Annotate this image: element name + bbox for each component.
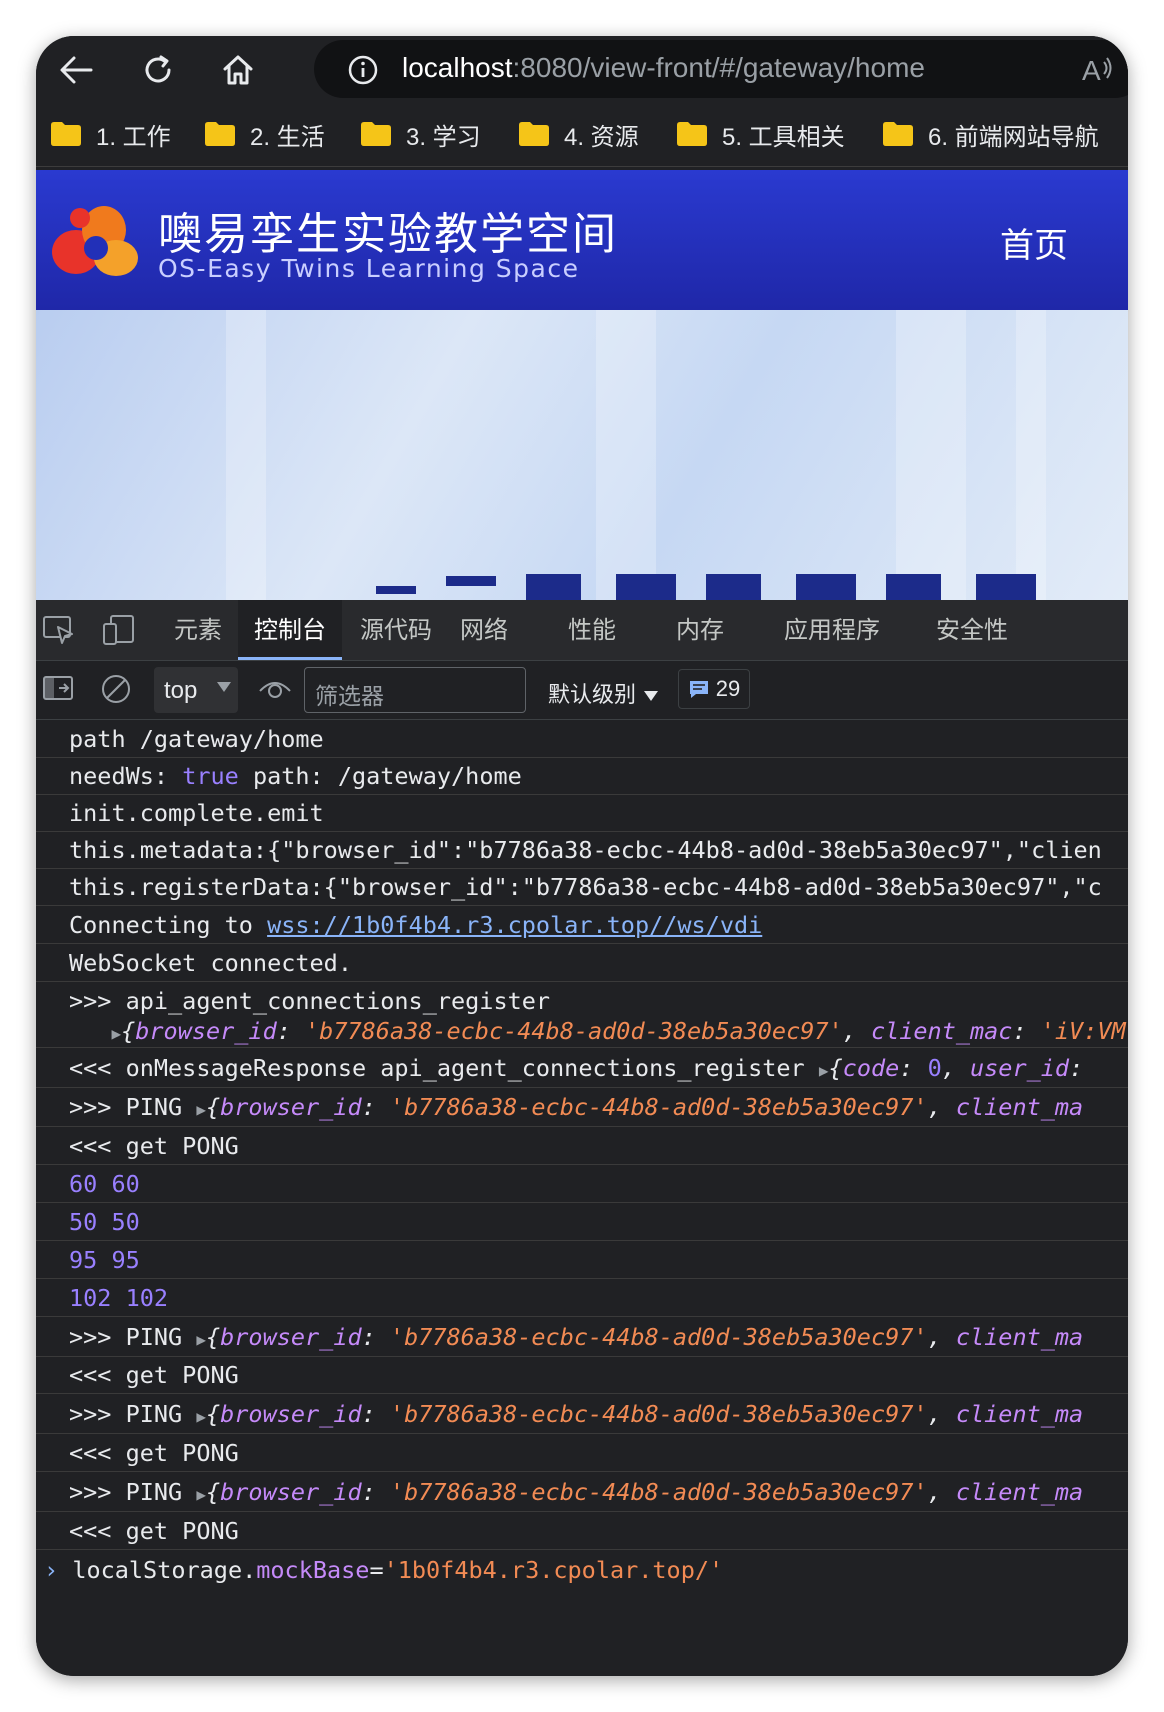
svg-text:A: A [1082, 55, 1101, 84]
expand-triangle-icon[interactable]: ▶ [111, 1024, 121, 1043]
folder-icon [361, 122, 391, 146]
live-expression-eye-icon[interactable] [258, 675, 292, 707]
expand-triangle-icon[interactable]: ▶ [196, 1485, 206, 1504]
browser-window: localhost:8080/view-front/#/gateway/home… [36, 36, 1128, 1676]
prompt-chevron-icon: › [44, 1556, 59, 1584]
console-filter-input[interactable]: 筛选器 [304, 667, 526, 713]
web-page: 噢易孪生实验教学空间 OS-Easy Twins Learning Space … [36, 170, 1128, 600]
expand-triangle-icon[interactable]: ▶ [196, 1330, 206, 1349]
bookmark-folder-tools[interactable]: 5. 工具相关 [676, 116, 845, 152]
expand-triangle-icon[interactable]: ▶ [196, 1407, 206, 1426]
address-bar[interactable]: localhost:8080/view-front/#/gateway/home… [314, 40, 1128, 98]
read-aloud-icon[interactable]: A [1082, 54, 1114, 91]
tab-security[interactable]: 安全性 [936, 600, 1008, 660]
console-prompt[interactable]: › localStorage.mockBase='1b0f4b4.r3.cpol… [36, 1550, 1128, 1590]
site-logo[interactable] [46, 200, 146, 282]
home-icon[interactable] [216, 48, 260, 92]
bookmark-folder-frontend[interactable]: 6. 前端网站导航 [882, 116, 1099, 152]
url-host: localhost [402, 52, 513, 83]
chevron-down-icon [217, 682, 231, 692]
tab-console[interactable]: 控制台 [238, 600, 342, 660]
bookmark-folder-life[interactable]: 2. 生活 [204, 116, 325, 152]
folder-icon [205, 122, 235, 146]
console-output: path /gateway/home needWs: true path: /g… [36, 720, 1128, 1676]
console-log-line: <<< get PONG [36, 1357, 1128, 1394]
sidebar-toggle-icon[interactable] [42, 673, 74, 707]
console-log-line: 50 50 [36, 1203, 1128, 1241]
back-icon[interactable] [54, 48, 98, 92]
site-title: 噢易孪生实验教学空间 [158, 209, 618, 260]
url-text[interactable]: localhost:8080/view-front/#/gateway/home [402, 52, 925, 84]
tab-sources[interactable]: 源代码 [360, 600, 432, 660]
console-log-line: Connecting to wss://1b0f4b4.r3.cpolar.to… [36, 906, 1128, 944]
folder-icon [519, 122, 549, 146]
reload-icon[interactable] [136, 48, 180, 92]
console-log-line: <<< get PONG [36, 1512, 1128, 1550]
bookmark-label: 1. 工作 [96, 123, 171, 151]
inspect-element-icon[interactable] [42, 614, 76, 650]
banner-heading-fragment [376, 574, 1036, 600]
log-levels-label: 默认级别 [548, 683, 637, 708]
log-levels-dropdown[interactable]: 默认级别 [548, 677, 659, 709]
message-count: 29 [715, 676, 741, 701]
console-log-line: WebSocket connected. [36, 944, 1128, 982]
console-log-line: <<< get PONG [36, 1127, 1128, 1165]
folder-icon [51, 122, 81, 146]
console-log-line: 60 60 [36, 1165, 1128, 1203]
devtools-panel: 元素 控制台 源代码 网络 性能 内存 应用程序 安全性 top 筛选器 默认级… [36, 600, 1128, 1676]
bookmarks-bar: 1. 工作 2. 生活 3. 学习 4. 资源 5. 工具相关 6. 前端网站导… [36, 102, 1128, 167]
console-log-line: init.complete.emit [36, 795, 1128, 832]
context-value: top [164, 677, 198, 704]
devtools-tabbar: 元素 控制台 源代码 网络 性能 内存 应用程序 安全性 [36, 600, 1128, 661]
device-toolbar-icon[interactable] [102, 614, 136, 650]
console-toolbar: top 筛选器 默认级别 29 [36, 661, 1128, 720]
expand-triangle-icon[interactable]: ▶ [819, 1061, 829, 1080]
bookmark-label: 5. 工具相关 [722, 123, 845, 151]
tab-performance[interactable]: 性能 [568, 600, 616, 660]
tab-elements[interactable]: 元素 [174, 600, 222, 660]
expand-triangle-icon[interactable]: ▶ [196, 1100, 206, 1119]
folder-icon [883, 122, 913, 146]
bookmark-folder-work[interactable]: 1. 工作 [50, 116, 171, 152]
console-log-line: >>> PING ▶{browser_id: 'b7786a38-ecbc-44… [36, 1394, 1128, 1434]
chevron-down-icon [644, 691, 659, 701]
clear-console-icon[interactable] [100, 673, 132, 709]
console-log-line: >>> PING ▶{browser_id: 'b7786a38-ecbc-44… [36, 1472, 1128, 1512]
nav-home-link[interactable]: 首页 [1000, 218, 1068, 267]
console-log-line: path /gateway/home [36, 720, 1128, 758]
console-log-line: >>> PING ▶{browser_id: 'b7786a38-ecbc-44… [36, 1317, 1128, 1357]
message-icon [689, 681, 708, 698]
url-path: :8080/view-front/#/gateway/home [512, 52, 925, 83]
bookmark-folder-study[interactable]: 3. 学习 [360, 116, 481, 152]
bookmark-label: 3. 学习 [406, 123, 481, 151]
console-log-line: <<< onMessageResponse api_agent_connecti… [36, 1048, 1128, 1088]
console-log-line: this.registerData:{"browser_id":"b7786a3… [36, 869, 1128, 906]
console-log-group: >>> api_agent_connections_register ▶{bro… [36, 982, 1128, 1048]
hero-banner [36, 310, 1128, 600]
bookmark-label: 2. 生活 [250, 123, 325, 151]
websocket-url-link[interactable]: wss://1b0f4b4.r3.cpolar.top//ws/vdi [267, 911, 762, 939]
tab-network[interactable]: 网络 [460, 600, 508, 660]
tab-memory[interactable]: 内存 [676, 600, 724, 660]
folder-icon [677, 122, 707, 146]
console-log-line: 102 102 [36, 1279, 1128, 1317]
console-log-line: this.metadata:{"browser_id":"b7786a38-ec… [36, 832, 1128, 869]
browser-toolbar: localhost:8080/view-front/#/gateway/home… [36, 36, 1128, 102]
context-select[interactable]: top [154, 667, 238, 713]
console-log-line: 95 95 [36, 1241, 1128, 1279]
bookmark-label: 4. 资源 [564, 123, 639, 151]
site-header: 噢易孪生实验教学空间 OS-Easy Twins Learning Space … [36, 170, 1128, 310]
site-subtitle: OS-Easy Twins Learning Space [158, 254, 580, 283]
tab-application[interactable]: 应用程序 [784, 600, 880, 660]
site-info-icon[interactable] [348, 55, 378, 89]
console-log-line: <<< get PONG [36, 1434, 1128, 1472]
console-log-line: needWs: true path: /gateway/home [36, 758, 1128, 795]
message-count-badge[interactable]: 29 [678, 669, 750, 709]
bookmark-folder-resources[interactable]: 4. 资源 [518, 116, 639, 152]
console-log-line: >>> PING ▶{browser_id: 'b7786a38-ecbc-44… [36, 1088, 1128, 1127]
bookmark-label: 6. 前端网站导航 [928, 123, 1099, 151]
